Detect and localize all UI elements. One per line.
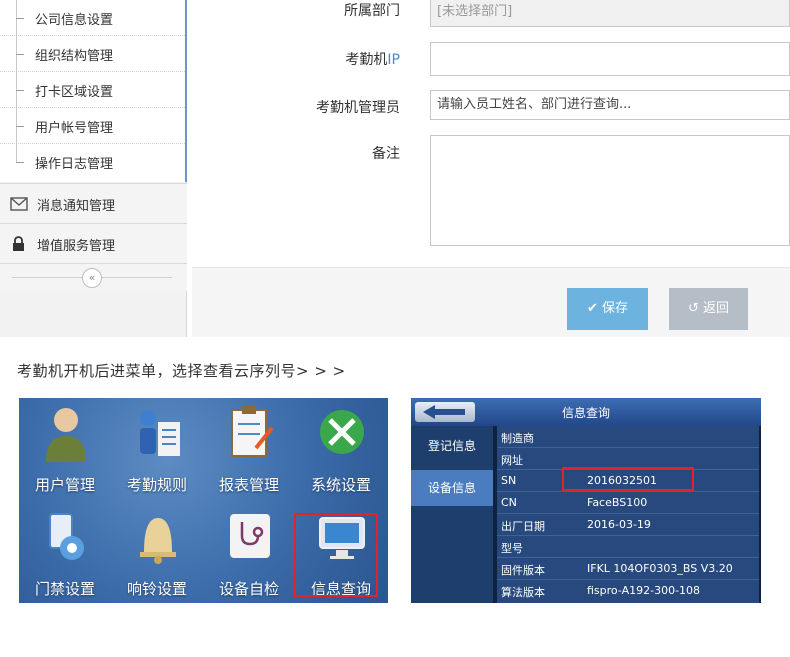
- tile-label: 报表管理: [218, 476, 279, 494]
- sidebar-item-label: 公司信息设置: [35, 13, 114, 28]
- sidebar-item-label: 消息通知管理: [37, 199, 116, 214]
- ip-label: 考勤机IP: [192, 49, 400, 69]
- collapse-sidebar-button[interactable]: «: [82, 268, 102, 288]
- tree-tick: [16, 18, 24, 19]
- info-row: 固件版本 IFKL 104OF0303_BS V3.20: [497, 558, 759, 580]
- sidebar: 公司信息设置 组织结构管理 打卡区域设置 用户帐号管理 操作日志管理 消息通知管…: [0, 0, 187, 337]
- back-arrow-button[interactable]: [415, 402, 475, 422]
- sidebar-item-notifications[interactable]: 消息通知管理: [0, 183, 187, 223]
- admin-label: 考勤机管理员: [316, 100, 400, 116]
- instruction-text: 考勤机开机后进菜单，选择查看云序列号> > >: [17, 362, 346, 380]
- tree-line: [16, 144, 17, 162]
- sidebar-item-value-added[interactable]: 增值服务管理: [0, 223, 187, 263]
- ip-input[interactable]: [430, 42, 790, 76]
- info-value: fispro-A192-300-108: [587, 584, 701, 597]
- back-button[interactable]: ↺ 返回: [669, 288, 748, 330]
- admin-search-input[interactable]: 请输入员工姓名、部门进行查询...: [430, 90, 790, 120]
- tile-system-settings[interactable]: 系统设置: [295, 398, 387, 498]
- tile-label: 响铃设置: [126, 580, 187, 598]
- sidebar-item-label: 用户帐号管理: [35, 121, 114, 136]
- undo-icon: ↺: [687, 301, 699, 316]
- tile-access-control[interactable]: 门禁设置: [19, 502, 111, 602]
- info-key: 固件版本: [501, 564, 545, 577]
- info-row: 算法版本 fispro-A192-300-108: [497, 580, 759, 602]
- tree-tick: [16, 90, 24, 91]
- sidebar-item-operation-logs[interactable]: 操作日志管理: [0, 144, 185, 180]
- device-info-table: 制造商 网址 SN 2016032501 CN FaceBS100 出厂日期 2016…: [497, 426, 759, 603]
- info-value: 2016-03-19: [587, 518, 651, 531]
- tile-bell-settings[interactable]: 响铃设置: [111, 502, 203, 602]
- tools-icon: [318, 404, 366, 462]
- sidebar-item-company-info[interactable]: 公司信息设置: [0, 0, 185, 36]
- sidebar-item-label: 打卡区域设置: [35, 85, 114, 100]
- envelope-icon: [10, 196, 28, 215]
- sidebar-item-label: 操作日志管理: [35, 157, 114, 172]
- info-key: SN: [501, 474, 517, 487]
- door-icon: [42, 508, 90, 566]
- info-row: 型号: [497, 536, 759, 558]
- info-row: 出厂日期 2016-03-19: [497, 514, 759, 536]
- device-info-sidebar: 登记信息 设备信息: [411, 426, 493, 603]
- tile-label: 系统设置: [310, 476, 371, 494]
- admin-panel: 公司信息设置 组织结构管理 打卡区域设置 用户帐号管理 操作日志管理 消息通知管…: [0, 0, 790, 337]
- clipboard-icon: [226, 404, 274, 462]
- sidebar-item-label: 增值服务管理: [37, 239, 116, 254]
- tile-label: 考勤规则: [126, 476, 187, 494]
- info-key: 型号: [501, 542, 523, 555]
- info-key: 出厂日期: [501, 520, 545, 533]
- tree-tick: [16, 54, 24, 55]
- tree-tick: [16, 162, 24, 163]
- info-row: CN FaceBS100: [497, 492, 759, 514]
- tile-label: 设备自检: [218, 580, 279, 598]
- tile-label: 门禁设置: [34, 580, 95, 598]
- sidebar-item-label: 组织结构管理: [35, 49, 114, 64]
- sidebar-item-user-accounts[interactable]: 用户帐号管理: [0, 108, 185, 144]
- tab-device-info[interactable]: 设备信息: [411, 470, 493, 506]
- tile-report-management[interactable]: 报表管理: [203, 398, 295, 498]
- info-value: FaceBS100: [587, 496, 648, 509]
- device-form: 所属部门 [未选择部门] 考勤机IP 考勤机管理员 请输入员工姓名、部门进行查询…: [192, 0, 790, 337]
- save-button[interactable]: ✔ 保存: [567, 288, 648, 330]
- back-label: 返回: [703, 301, 730, 316]
- info-key: CN: [501, 496, 517, 509]
- tab-registration-info[interactable]: 登记信息: [411, 428, 493, 464]
- notes-label: 备注: [372, 146, 400, 162]
- user-icon: [42, 404, 90, 462]
- device-info-header: 信息查询: [411, 398, 761, 426]
- tile-attendance-rules[interactable]: 考勤规则: [111, 398, 203, 498]
- sidebar-subnav: 公司信息设置 组织结构管理 打卡区域设置 用户帐号管理 操作日志管理: [0, 0, 187, 182]
- info-key: 制造商: [501, 432, 534, 445]
- department-field[interactable]: [未选择部门]: [430, 0, 790, 27]
- department-label: 所属部门: [344, 3, 400, 19]
- notes-textarea[interactable]: [430, 135, 790, 246]
- device-info-screen: 信息查询 登记信息 设备信息 制造商 网址 SN 2016032501 CN Fac…: [411, 398, 761, 603]
- lock-icon: [12, 236, 25, 255]
- sidebar-item-org-structure[interactable]: 组织结构管理: [0, 36, 185, 72]
- left-arrow-icon: [423, 405, 465, 419]
- bell-icon: [134, 508, 182, 566]
- info-query-highlight-box: [294, 513, 378, 597]
- tree-tick: [16, 126, 24, 127]
- ip-label-suffix: IP: [387, 52, 400, 68]
- stethoscope-icon: [226, 508, 274, 566]
- info-key: 网址: [501, 454, 523, 467]
- check-icon: ✔: [586, 301, 598, 316]
- tile-label: 用户管理: [34, 476, 95, 494]
- sn-highlight-box: [562, 467, 694, 491]
- tile-self-check[interactable]: 设备自检: [203, 502, 295, 602]
- ip-label-prefix: 考勤机: [345, 52, 388, 68]
- people-icon: [134, 404, 182, 462]
- info-key: 算法版本: [501, 586, 545, 599]
- tile-user-management[interactable]: 用户管理: [19, 398, 111, 498]
- info-row: 制造商: [497, 426, 759, 448]
- sidebar-item-clock-area[interactable]: 打卡区域设置: [0, 72, 185, 108]
- form-footer: ✔ 保存 ↺ 返回: [192, 267, 790, 337]
- sidebar-collapse-bar: «: [0, 263, 187, 291]
- save-label: 保存: [602, 301, 629, 316]
- info-value: IFKL 104OF0303_BS V3.20: [587, 562, 733, 575]
